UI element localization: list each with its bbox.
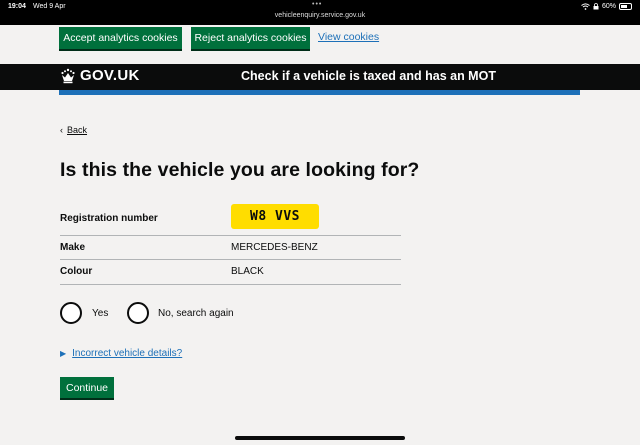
battery-icon xyxy=(619,3,632,10)
govuk-logo[interactable]: GOV.UK xyxy=(80,67,140,84)
govuk-header: GOV.UK Check if a vehicle is taxed and h… xyxy=(0,64,640,90)
lock-icon xyxy=(593,3,599,10)
make-key: Make xyxy=(60,242,86,253)
view-cookies-link[interactable]: View cookies xyxy=(318,31,379,43)
chevron-left-icon: ‹ xyxy=(60,125,63,135)
crown-icon[interactable] xyxy=(60,68,76,84)
reject-cookies-button[interactable]: Reject analytics cookies xyxy=(191,27,310,49)
status-time: 19:04 xyxy=(8,3,26,10)
no-search-again-radio[interactable] xyxy=(127,302,149,324)
more-dots-icon[interactable]: ••• xyxy=(312,1,322,8)
continue-button[interactable]: Continue xyxy=(60,377,114,398)
status-date: Wed 9 Apr xyxy=(33,3,66,10)
yes-radio-label[interactable]: Yes xyxy=(92,308,108,319)
address-bar-url[interactable]: vehicleenquiry.service.gov.uk xyxy=(0,12,640,19)
back-link[interactable]: ‹ Back xyxy=(60,125,87,135)
incorrect-details-toggle[interactable]: ▶ Incorrect vehicle details? xyxy=(60,348,182,359)
make-value: MERCEDES-BENZ xyxy=(231,242,318,253)
cookie-banner: Accept analytics cookies Reject analytic… xyxy=(0,25,640,64)
header-blue-bar xyxy=(59,90,580,95)
summary-row-make: Make MERCEDES-BENZ xyxy=(60,236,401,260)
number-plate: W8 VVS xyxy=(231,204,319,229)
colour-key: Colour xyxy=(60,266,93,277)
battery-percent: 60% xyxy=(601,3,616,10)
registration-key: Registration number xyxy=(60,213,158,224)
status-indicators: 60% xyxy=(581,3,632,10)
colour-value: BLACK xyxy=(231,266,264,277)
status-bar: 19:04 Wed 9 Apr ••• vehicleenquiry.servi… xyxy=(0,0,640,25)
back-link-label: Back xyxy=(67,125,88,135)
page-title: Is this the vehicle you are looking for? xyxy=(60,159,420,181)
no-search-again-label[interactable]: No, search again xyxy=(158,308,234,319)
wifi-icon xyxy=(581,3,590,10)
summary-row-registration: Registration number W8 VVS xyxy=(60,200,401,236)
accept-cookies-button[interactable]: Accept analytics cookies xyxy=(59,27,182,49)
yes-radio[interactable] xyxy=(60,302,82,324)
vehicle-summary: Registration number W8 VVS Make MERCEDES… xyxy=(60,200,401,285)
triangle-right-icon: ▶ xyxy=(60,349,67,358)
summary-row-colour: Colour BLACK xyxy=(60,260,401,285)
home-indicator[interactable] xyxy=(235,436,405,440)
incorrect-details-label: Incorrect vehicle details? xyxy=(72,348,183,359)
service-name[interactable]: Check if a vehicle is taxed and has an M… xyxy=(241,69,496,83)
